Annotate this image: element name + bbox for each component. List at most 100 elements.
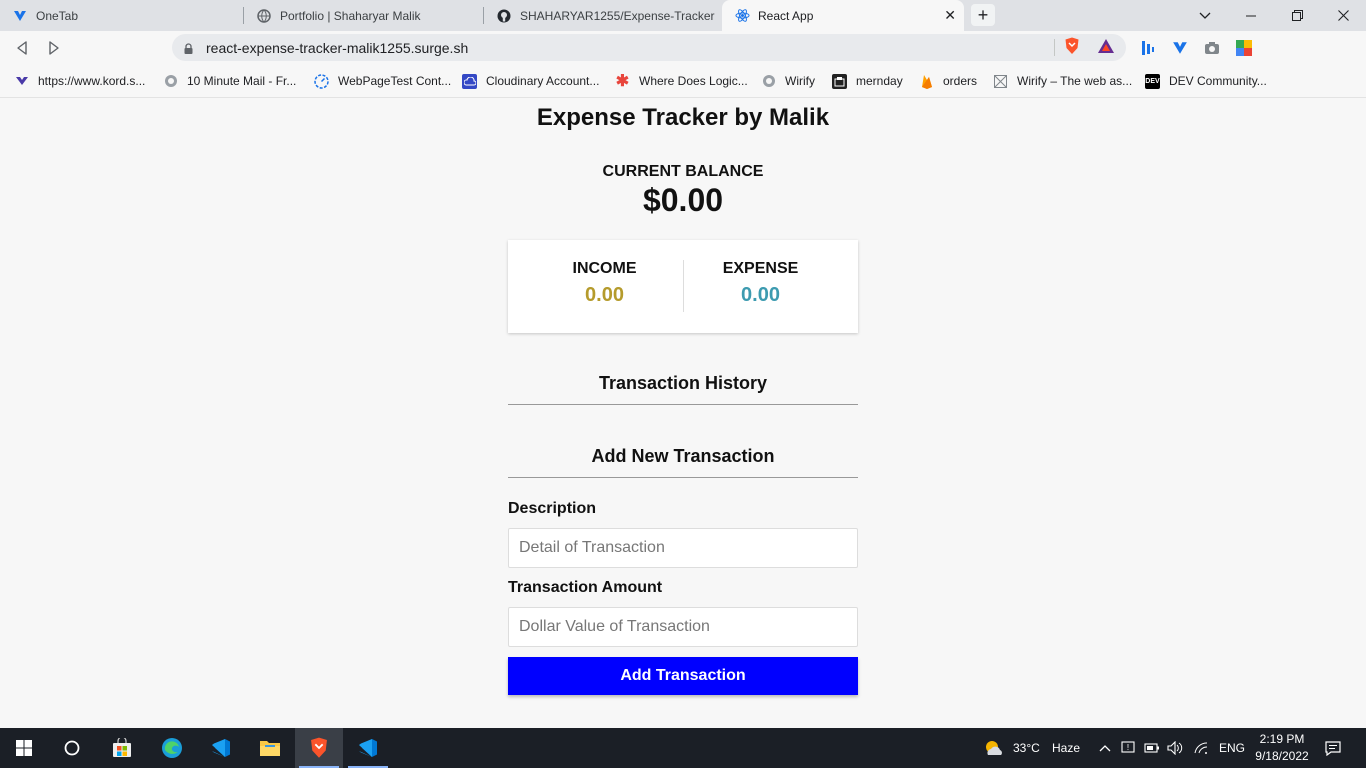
language-indicator[interactable]: ENG — [1219, 741, 1245, 755]
bookmark-kord[interactable]: https://www.kord.s... — [14, 72, 145, 90]
weather-icon[interactable] — [982, 728, 1006, 768]
back-button[interactable] — [11, 37, 33, 59]
onetab-extension-icon[interactable] — [1171, 39, 1189, 57]
bookmark-label: orders — [943, 74, 978, 88]
color-extension-icon[interactable] — [1235, 39, 1253, 57]
close-window-icon[interactable] — [1320, 0, 1366, 31]
bookmark-label: WebPageTest Cont... — [338, 74, 452, 88]
income-label: INCOME — [572, 260, 637, 277]
bookmark-label: Cloudinary Account... — [486, 74, 600, 88]
balance-label: CURRENT BALANCE — [602, 163, 764, 180]
asterisk-icon: ✱ — [615, 73, 630, 90]
income-value: 0.00 — [585, 284, 624, 306]
weather-temperature[interactable]: 33°C — [1013, 741, 1040, 755]
webpagetest-icon — [314, 73, 329, 89]
description-label: Description — [508, 500, 597, 517]
globe-icon — [163, 74, 178, 89]
restore-icon[interactable] — [1274, 0, 1320, 31]
weather-description[interactable]: Haze — [1052, 741, 1080, 755]
bookmark-wirify-web[interactable]: Wirify – The web as... — [993, 72, 1132, 90]
amount-label: Transaction Amount — [508, 579, 663, 596]
tab-strip: OneTab Portfolio | Shaharyar Malik SHAHA… — [0, 0, 1366, 31]
add-transaction-button[interactable]: Add Transaction — [508, 657, 858, 695]
tab-title: React App — [758, 8, 814, 23]
lock-icon — [184, 41, 193, 54]
bookmark-label: Wirify — [785, 74, 815, 88]
mernday-icon — [832, 73, 847, 89]
expense-value: 0.00 — [741, 284, 780, 306]
address-bar[interactable]: react-expense-tracker-malik1255.surge.sh — [172, 34, 1126, 61]
income-expense-card: INCOME 0.00 EXPENSE 0.00 — [508, 240, 858, 333]
wifi-icon[interactable] — [1190, 728, 1212, 768]
bookmark-wirify[interactable]: Wirify — [761, 72, 815, 90]
react-icon — [734, 8, 750, 24]
battery-icon[interactable] — [1141, 728, 1163, 768]
bookmark-label: mernday — [856, 74, 903, 88]
amount-input[interactable] — [508, 607, 858, 647]
screenshot-camera-icon[interactable] — [1203, 39, 1221, 57]
bookmark-orders[interactable]: orders — [919, 72, 977, 90]
browser-toolbar: react-expense-tracker-malik1255.surge.sh — [0, 31, 1366, 65]
edge-browser-icon[interactable] — [148, 728, 196, 768]
kord-icon — [14, 74, 29, 89]
expense-label: EXPENSE — [722, 260, 799, 277]
tab-github[interactable]: SHAHARYAR1255/Expense-Tracker — [484, 0, 722, 31]
bookmark-10-minute-mail[interactable]: 10 Minute Mail - Fr... — [163, 72, 296, 90]
brave-shields-icon[interactable] — [1063, 37, 1081, 55]
notifications-icon[interactable] — [1318, 728, 1348, 768]
address-bar-divider — [1054, 39, 1055, 56]
transaction-history-heading: Transaction History — [508, 373, 858, 405]
page-viewport: Expense Tracker by Malik CURRENT BALANCE… — [0, 98, 1366, 728]
vscode-running-icon[interactable] — [344, 728, 392, 768]
close-tab-icon[interactable]: ✕ — [944, 7, 956, 24]
url-text: react-expense-tracker-malik1255.surge.sh — [206, 40, 469, 56]
tab-search-chevron-icon[interactable] — [1182, 0, 1228, 31]
tab-portfolio[interactable]: Portfolio | Shaharyar Malik — [244, 0, 484, 31]
description-input[interactable] — [508, 528, 858, 568]
file-explorer-icon[interactable] — [246, 728, 294, 768]
bookmark-label: Where Does Logic... — [639, 74, 748, 88]
tray-chevron-up-icon[interactable] — [1095, 728, 1115, 768]
search-circle-icon[interactable] — [48, 728, 96, 768]
tab-onetab[interactable]: OneTab — [0, 0, 244, 31]
windows-start-icon[interactable] — [0, 728, 48, 768]
bookmarks-bar: https://www.kord.s... 10 Minute Mail - F… — [0, 65, 1366, 98]
tab-react-app[interactable]: React App ✕ — [722, 0, 964, 31]
bookmark-cloudinary[interactable]: Cloudinary Account... — [462, 72, 599, 90]
onedrive-warning-icon[interactable]: ! — [1118, 728, 1140, 768]
tab-title: Portfolio | Shaharyar Malik — [280, 8, 421, 23]
minimize-icon[interactable] — [1228, 0, 1274, 31]
bookmark-label: Wirify – The web as... — [1017, 74, 1133, 88]
tab-title: OneTab — [36, 8, 79, 23]
bookmark-where-does-logic[interactable]: ✱ Where Does Logic... — [615, 72, 748, 90]
bookmark-dev-community[interactable]: DEV DEV Community... — [1145, 72, 1267, 90]
bookmark-webpagetest[interactable]: WebPageTest Cont... — [314, 72, 451, 90]
firebase-icon — [919, 74, 934, 89]
add-transaction-heading: Add New Transaction — [508, 446, 858, 478]
clock-date[interactable]: 9/18/2022 — [1252, 749, 1312, 763]
clock-time[interactable]: 2:19 PM — [1258, 732, 1306, 746]
tab-title: SHAHARYAR1255/Expense-Tracker — [520, 8, 715, 23]
github-icon — [496, 8, 512, 24]
expense-section: EXPENSE 0.00 — [673, 260, 848, 307]
vscode-icon[interactable] — [197, 728, 245, 768]
brave-rewards-icon[interactable] — [1097, 37, 1115, 55]
cloudinary-icon — [462, 73, 477, 89]
dev-icon: DEV — [1145, 73, 1160, 89]
bookmark-label: 10 Minute Mail - Fr... — [187, 74, 297, 88]
onetab-icon — [12, 8, 28, 24]
bookmark-mernday[interactable]: mernday — [832, 72, 903, 90]
bookmark-label: DEV Community... — [1169, 74, 1267, 88]
forward-button[interactable] — [43, 37, 65, 59]
volume-icon[interactable] — [1164, 728, 1186, 768]
svg-text:!: ! — [1127, 743, 1129, 752]
balance-value: $0.00 — [642, 182, 724, 218]
app-title: Expense Tracker by Malik — [536, 104, 830, 131]
new-tab-button[interactable]: + — [971, 4, 995, 26]
globe-icon — [761, 74, 776, 89]
microsoft-store-icon[interactable] — [98, 728, 146, 768]
extension-stats-icon[interactable] — [1139, 39, 1157, 57]
wirify-icon — [993, 74, 1008, 89]
brave-browser-icon[interactable] — [295, 728, 343, 768]
globe-icon — [256, 8, 272, 24]
